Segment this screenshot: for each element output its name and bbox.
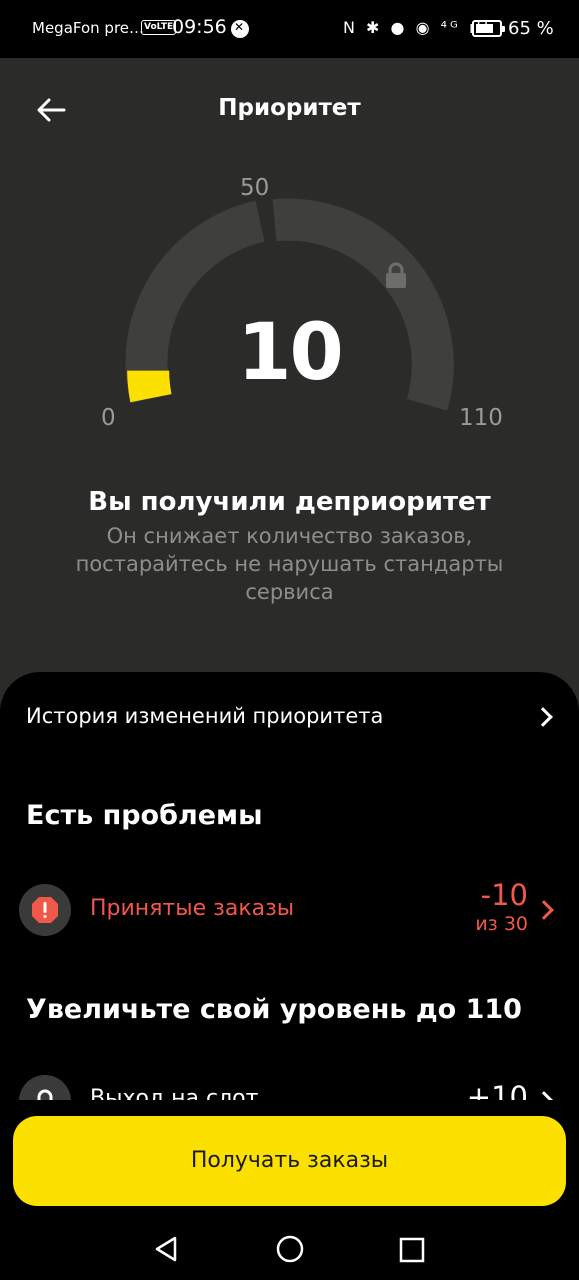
gauge-max-label: 110 [459, 405, 503, 431]
page-title: Приоритет [218, 95, 361, 121]
status-description: Он снижает количество заказов, постарайт… [75, 524, 504, 604]
get-orders-button[interactable]: Получать заказы [13, 1116, 566, 1206]
nav-home-icon[interactable] [275, 1234, 305, 1264]
volte-icon: VoLTE [141, 20, 177, 35]
history-label: История изменений приоритета [26, 704, 384, 728]
problem-of-total: из 30 [475, 913, 528, 935]
status-headline: Вы получили деприоритет [88, 487, 491, 517]
problems-title: Есть проблемы [26, 800, 263, 831]
nav-back-icon[interactable] [152, 1234, 182, 1264]
nav-recents-icon[interactable] [398, 1236, 426, 1264]
system-nav-bar [0, 1218, 579, 1280]
problem-delta: -10 [480, 878, 528, 912]
carrier-name: MegaFon pre… [32, 19, 145, 37]
gauge-min-label: 0 [101, 405, 116, 431]
status-bar: MegaFon pre… VoLTE 09:56 N ✱ ● ◉ ⁴ᴳ ıll … [0, 0, 579, 58]
notification-icon [231, 20, 249, 38]
clock: 09:56 [172, 16, 227, 38]
battery-icon [472, 20, 505, 37]
increase-title: Увеличьте свой уровень до 110 [26, 994, 522, 1025]
gauge-mid-label: 50 [240, 175, 270, 201]
system-icons: N ✱ ● ◉ ⁴ᴳ ıll [343, 18, 492, 37]
problem-label: Принятые заказы [90, 896, 295, 921]
get-orders-label: Получать заказы [190, 1148, 389, 1173]
battery-percent: 65 % [508, 18, 554, 39]
history-link[interactable]: История изменений приоритета [0, 672, 579, 762]
alert-icon [19, 884, 71, 936]
priority-value: 10 [237, 308, 344, 398]
